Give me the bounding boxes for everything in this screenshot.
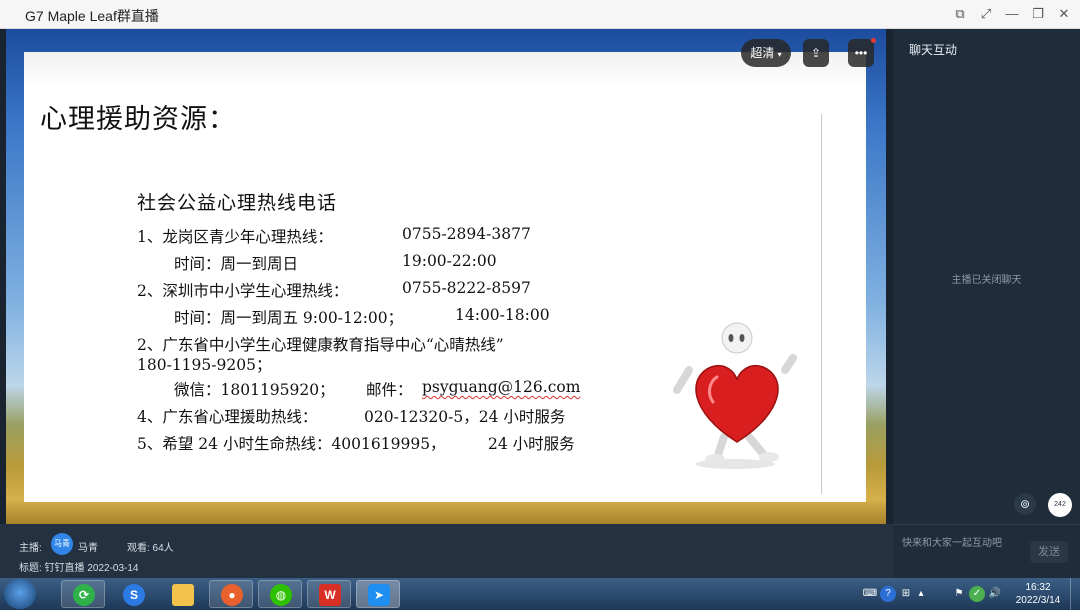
clock-date: 2022/3/14 (1015, 595, 1061, 606)
viewer-count: 观看: 64人 (127, 543, 174, 554)
taskbar-app-dingtalk[interactable]: ➤ (356, 580, 400, 608)
start-button[interactable] (4, 579, 36, 609)
firefox-icon: ● (221, 584, 243, 606)
chat-panel: 聊天互动 主播已关闭聊天 ⊚ 242 (893, 29, 1080, 524)
more-options-icon[interactable]: ••• (848, 39, 874, 67)
folder-icon (172, 584, 194, 606)
hotline-5-service: 24 小时服务 (488, 435, 575, 453)
close-icon[interactable]: ✕ (1053, 4, 1075, 24)
video-left-border (0, 29, 6, 524)
slide-divider (821, 114, 822, 494)
taskbar: ⟳ S ● ◍ W ➤ ⌨ ? ⊞ ▴ ⚑ ✓ 🔊 16:32 2022/3/1… (0, 578, 1080, 610)
fullscreen-icon[interactable]: ⤢ (975, 4, 997, 24)
flag-icon[interactable]: ⚑ (951, 586, 967, 602)
help-icon[interactable]: ? (880, 586, 896, 602)
quality-selector[interactable]: 超清 ▾ (741, 39, 791, 67)
taskbar-app-wechat[interactable]: ◍ (258, 580, 302, 608)
taskbar-clock[interactable]: 16:32 2022/3/14 (1012, 581, 1064, 607)
stream-subject: 标题: 钉钉直播 2022-03-14 (19, 563, 139, 574)
hotline-2-name: 2、深圳市中小学生心理热线： (137, 282, 349, 300)
share-icon[interactable]: ⇪ (803, 39, 829, 67)
show-desktop-button[interactable] (1070, 578, 1080, 610)
slide-heading: 社会公益心理热线电话 (137, 192, 338, 214)
link-icon[interactable]: ⊚ (1014, 493, 1036, 515)
taskbar-app-explorer[interactable] (160, 580, 204, 608)
host-label: 主播: (19, 543, 42, 554)
hotline-1-name: 1、龙岗区青少年心理热线： (137, 228, 333, 246)
tray-expand-icon[interactable]: ▴ (913, 586, 929, 602)
pip-icon[interactable]: ⧉ (949, 4, 971, 24)
slide-title: 心理援助资源： (40, 104, 236, 135)
hotline-5-line: 5、希望 24 小时生命热线：4001619995， (137, 435, 446, 453)
taskbar-app-sogou[interactable]: S (111, 580, 155, 608)
hotline-1-number: 0755-2894-3877 (402, 225, 531, 243)
taskbar-app-firefox[interactable]: ● (209, 580, 253, 608)
hotline-2-number: 0755-8222-8597 (402, 279, 531, 297)
dingtalk-icon: ➤ (368, 584, 390, 606)
notification-dot (871, 38, 876, 43)
taskbar-app-refresh[interactable]: ⟳ (61, 580, 105, 608)
wps-icon: W (319, 584, 341, 606)
heart-figure-illustration (673, 322, 797, 469)
host-name[interactable]: 马青 (78, 539, 98, 554)
host-avatar[interactable]: 马青 (51, 533, 73, 555)
keyboard-icon[interactable]: ⌨ (862, 586, 878, 602)
hotline-3-wechat: 微信：1801195920； (174, 381, 335, 399)
chat-header: 聊天互动 (909, 43, 958, 57)
title-bar: G7 Maple Leaf群直播 ⧉ ⤢ — ❐ ✕ (0, 0, 1080, 29)
video-right-border (886, 29, 893, 524)
wechat-icon: ◍ (270, 584, 292, 606)
live-info-bar: 主播: 马青 马青 观看: 64人 标题: 钉钉直播 2022-03-14 (0, 524, 893, 578)
clock-time: 16:32 (1025, 582, 1051, 593)
chevron-down-icon: ▾ (777, 50, 782, 59)
hotline-2-time: 时间：周一到周五 9:00-12:00； (174, 309, 404, 327)
hotline-2-afternoon: 14:00-18:00 (455, 306, 550, 324)
window-title: G7 Maple Leaf群直播 (25, 8, 159, 24)
hotline-1-hours: 19:00-22:00 (402, 252, 497, 270)
security-icon[interactable]: ✓ (969, 586, 985, 602)
hotline-4-name: 4、广东省心理援助热线： (137, 408, 318, 426)
chat-closed-notice: 主播已关闭聊天 (951, 275, 1022, 286)
input-method-icon[interactable]: ⊞ (898, 586, 914, 602)
chat-input[interactable]: 快来和大家一起互动吧 (902, 534, 1002, 549)
chat-input-bar: 快来和大家一起互动吧 发送 (893, 524, 1080, 578)
taskbar-app-wps[interactable]: W (307, 580, 351, 608)
restore-icon[interactable]: ❐ (1027, 4, 1049, 24)
hotline-3-email: psyguang@126.com (422, 378, 581, 396)
live-video: 心理援助资源： 社会公益心理热线电话 1、龙岗区青少年心理热线： 0755-28… (0, 29, 893, 524)
hotline-3-number: 180-1195-9205； (137, 356, 272, 374)
sogou-browser-icon: S (123, 584, 145, 606)
viewer-avatar[interactable]: 242 (1048, 493, 1072, 517)
viewer-badge: 242 (1054, 501, 1066, 508)
send-button[interactable]: 发送 (1030, 541, 1068, 563)
hotline-4-number: 020-12320-5，24 小时服务 (364, 408, 566, 426)
refresh-app-icon: ⟳ (73, 584, 95, 606)
volume-icon[interactable]: 🔊 (987, 586, 1003, 602)
presentation-slide: 心理援助资源： 社会公益心理热线电话 1、龙岗区青少年心理热线： 0755-28… (24, 52, 866, 502)
hotline-3-name: 2、广东省中小学生心理健康教育指导中心“心晴热线” (137, 336, 504, 354)
slide-top-shade (24, 52, 866, 86)
hotline-3-email-label: 邮件： (366, 381, 413, 399)
quality-label: 超清 (750, 46, 775, 60)
minimize-icon[interactable]: — (1001, 4, 1023, 24)
hotline-1-days: 时间：周一到周日 (174, 255, 299, 273)
